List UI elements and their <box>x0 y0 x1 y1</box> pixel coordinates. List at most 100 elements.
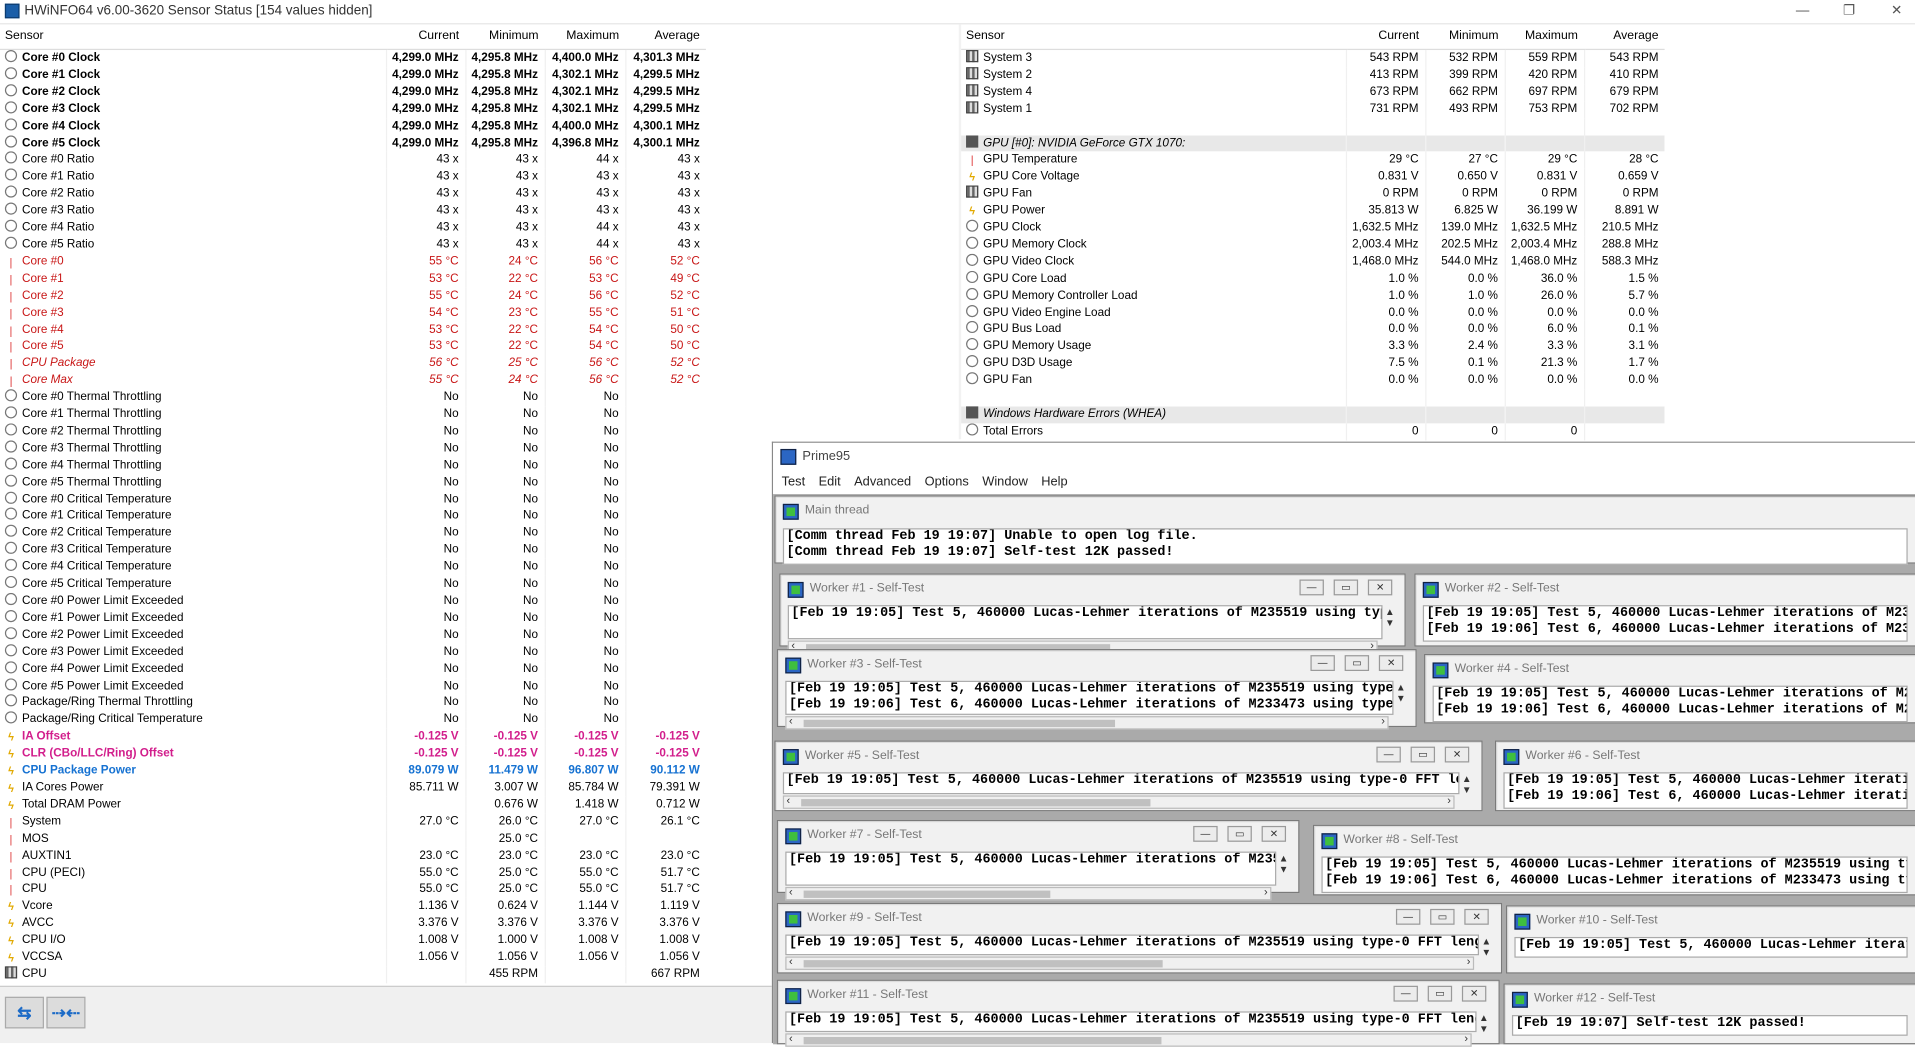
sensor-row[interactable]: Core #1 Power Limit Exceeded No No No <box>0 609 706 627</box>
sensor-row[interactable]: Core #1 Thermal Throttling No No No <box>0 406 706 424</box>
minimize-button[interactable]: — <box>1793 2 1813 19</box>
scroll-thumb[interactable] <box>803 890 1051 898</box>
sensor-row[interactable]: Package/Ring Critical Temperature No No No <box>0 711 706 729</box>
sensor-row[interactable]: Core #4 Clock 4,299.0 MHz 4,295.8 MHz 4,400… <box>0 117 706 135</box>
column-header-minimum[interactable]: Minimum <box>1425 24 1505 51</box>
child-title-bar[interactable]: Worker #8 - Self-Test <box>1314 826 1915 853</box>
column-header-maximum[interactable]: Maximum <box>1504 24 1585 51</box>
sensor-row[interactable]: Core #0 Clock 4,299.0 MHz 4,295.8 MHz 4,400… <box>0 49 706 67</box>
sensor-row[interactable]: Core #3 Critical Temperature No No No <box>0 542 706 559</box>
scroll-right-icon[interactable]: › <box>1447 794 1451 806</box>
sensor-row[interactable]: GPU Core Load 1.0 % 0.0 % 36.0 % 1.5 % <box>961 270 1665 288</box>
scroll-thumb[interactable] <box>803 719 1116 728</box>
sensor-row[interactable]: Core #3 Thermal Throttling No No No <box>0 440 706 458</box>
child-title-bar[interactable]: Worker #4 - Self-Test <box>1425 655 1915 682</box>
sensor-row[interactable]: GPU Fan 0 RPM 0 RPM 0 RPM 0 RPM <box>961 185 1665 203</box>
column-header-current[interactable]: Current <box>1345 24 1426 51</box>
close-button[interactable]: ✕ <box>1887 2 1907 19</box>
minimize-button[interactable]: — <box>1193 825 1218 842</box>
worker-window[interactable]: Worker #12 - Self-Test [Feb 19 19:07] Sel… <box>1503 983 1915 1045</box>
scroll-thumb[interactable] <box>801 799 1151 807</box>
sensor-row[interactable]: GPU Memory Controller Load 1.0 % 1.0 % 26.0… <box>961 287 1665 305</box>
sensor-row[interactable]: CPU 455 RPM 667 RPM <box>0 966 706 984</box>
worker-window[interactable]: Worker #3 - Self-Test — ▭ ✕ [Feb 19 19:05] T… <box>776 649 1417 730</box>
log-output[interactable]: [Feb 19 19:05] Test 5, 460000 Lucas-Lehm… <box>1503 772 1908 809</box>
horizontal-scrollbar[interactable]: ‹ › <box>785 1032 1472 1047</box>
sensor-row[interactable]: System 2 413 RPM 399 RPM 420 RPM 410 RPM <box>961 66 1665 84</box>
worker-window[interactable]: Worker #10 - Self-Test [Feb 19 19:05] Tes… <box>1505 905 1915 974</box>
log-output[interactable]: [Feb 19 19:05] Test 5, 460000 Lucas-Lehm… <box>785 851 1277 886</box>
hwinfo-title-bar[interactable]: HWiNFO64 v6.00-3620 Sensor Status [154 v… <box>0 0 1915 25</box>
worker-window[interactable]: Worker #9 - Self-Test — ▭ ✕ [Feb 19 19:05] T… <box>776 902 1503 974</box>
sensor-row[interactable]: GPU Video Clock 1,468.0 MHz 544.0 MHz 1,468… <box>961 253 1665 271</box>
column-header-average[interactable]: Average <box>625 24 706 51</box>
scroll-left-icon[interactable]: ‹ <box>789 1032 793 1044</box>
sensor-row[interactable]: Core #3 Clock 4,299.0 MHz 4,295.8 MHz 4,302… <box>0 100 706 118</box>
sensor-row[interactable]: Core #2 Thermal Throttling No No No <box>0 423 706 441</box>
sensor-row[interactable]: ϟ IA Cores Power 85.711 W 3.007 W 85.784 W 79… <box>0 779 706 797</box>
sensor-row[interactable]: ϟ Total DRAM Power 0.676 W 1.418 W 0.712 W <box>0 796 706 814</box>
vertical-scrollbar[interactable]: ▲ ▼ <box>1480 936 1492 958</box>
column-header-maximum[interactable]: Maximum <box>544 24 626 51</box>
log-output[interactable]: [Feb 19 19:05] Test 5, 460000 Lucas-Lehm… <box>785 1011 1477 1033</box>
maximize-button[interactable]: ▭ <box>1410 746 1436 763</box>
scroll-left-icon[interactable]: ‹ <box>789 886 793 898</box>
vertical-scrollbar[interactable]: ▲ ▼ <box>1478 1013 1490 1035</box>
horizontal-scrollbar[interactable]: ‹ › <box>785 955 1475 970</box>
minimize-button[interactable]: — <box>1395 908 1421 925</box>
sensor-row[interactable]: GPU D3D Usage 7.5 % 0.1 % 21.3 % 1.7 % <box>961 355 1665 373</box>
menu-options[interactable]: Options <box>925 470 969 494</box>
sensor-row[interactable]: Core #2 Clock 4,299.0 MHz 4,295.8 MHz 4,302… <box>0 83 706 101</box>
sensor-row[interactable]: GPU Memory Clock 2,003.4 MHz 202.5 MHz 2,00… <box>961 236 1665 254</box>
sensor-row[interactable]: ϟ CLR (CBo/LLC/Ring) Offset -0.125 V -0.125… <box>0 745 706 763</box>
sensor-row[interactable]: ϟ IA Offset -0.125 V -0.125 V -0.125 V -0.125… <box>0 728 706 746</box>
minimize-button[interactable]: — <box>1376 746 1401 763</box>
scroll-right-icon[interactable]: › <box>1264 886 1268 898</box>
sensor-row[interactable]: Core #5 Clock 4,299.0 MHz 4,295.8 MHz 4,396… <box>0 134 706 152</box>
minimize-button[interactable]: — <box>1299 579 1324 596</box>
sensor-row[interactable]: Total Errors 0 0 0 <box>961 423 1665 441</box>
close-button[interactable]: ✕ <box>1444 746 1470 763</box>
worker-window[interactable]: Worker #8 - Self-Test [Feb 19 19:05] Test… <box>1312 824 1915 896</box>
sensor-row[interactable]: Core #4 Ratio 43 x 43 x 44 x 43 x <box>0 219 706 237</box>
sensor-row[interactable]: GPU Bus Load 0.0 % 0.0 % 6.0 % 0.1 % <box>961 321 1665 339</box>
sensor-row[interactable]: Core #3 Ratio 43 x 43 x 43 x 43 x <box>0 202 706 220</box>
sensor-row[interactable]: ϟ CPU I/O 1.008 V 1.000 V 1.008 V 1.008 V <box>0 932 706 950</box>
minimize-button[interactable]: — <box>1393 985 1418 1002</box>
menu-window[interactable]: Window <box>982 470 1028 494</box>
sensor-row[interactable]: Core #2 Power Limit Exceeded No No No <box>0 626 706 644</box>
maximize-button[interactable]: ▭ <box>1227 825 1252 842</box>
sensor-row[interactable]: Core #2 Critical Temperature No No No <box>0 525 706 543</box>
sensor-row[interactable] <box>961 117 1665 135</box>
worker-window[interactable]: Worker #6 - Self-Test [Feb 19 19:05] Test… <box>1494 740 1915 812</box>
child-title-bar[interactable]: Worker #5 - Self-Test — ▭ ✕ <box>776 742 1482 769</box>
log-output[interactable]: [Comm thread Feb 19 19:07] Unable to ope… <box>782 528 1908 565</box>
sensor-row[interactable]: Core #0 Thermal Throttling No No No <box>0 389 706 407</box>
child-title-bar[interactable]: Worker #1 - Self-Test — ▭ ✕ <box>780 575 1404 602</box>
column-header-sensor[interactable]: Sensor <box>0 24 386 51</box>
sensor-row[interactable]: System 1 731 RPM 493 RPM 753 RPM 702 RPM <box>961 100 1665 118</box>
close-button[interactable]: ✕ <box>1367 579 1393 596</box>
menu-help[interactable]: Help <box>1041 470 1067 494</box>
sensor-row[interactable]: Core #4 Thermal Throttling No No No <box>0 457 706 475</box>
minimize-button[interactable]: — <box>1310 655 1335 671</box>
close-button[interactable]: ✕ <box>1378 655 1404 671</box>
child-title-bar[interactable]: Worker #12 - Self-Test <box>1505 985 1915 1012</box>
log-output[interactable]: [Feb 19 19:05] Test 5, 460000 Lucas-Lehm… <box>782 772 1460 795</box>
sensor-row[interactable] <box>961 389 1665 407</box>
maximize-button[interactable]: ▭ <box>1333 579 1359 596</box>
worker-window[interactable]: Worker #4 - Self-Test [Feb 19 19:05] Test… <box>1424 653 1915 724</box>
nav-arrows-right-button[interactable]: ⇢⇠ <box>46 996 86 1029</box>
log-output[interactable]: [Feb 19 19:05] Test 5, 460000 Lucas-Lehm… <box>1321 856 1908 894</box>
worker-window[interactable]: Worker #1 - Self-Test — ▭ ✕ [Feb 19 19:05] T… <box>779 573 1406 654</box>
horizontal-scrollbar[interactable]: ‹ › <box>785 886 1272 901</box>
scroll-left-icon[interactable]: ‹ <box>789 715 793 727</box>
child-title-bar[interactable]: Worker #10 - Self-Test <box>1507 906 1915 933</box>
sensor-row[interactable]: | Core #0 55 °C 24 °C 56 °C 52 °C <box>0 253 706 271</box>
worker-window[interactable]: Worker #7 - Self-Test — ▭ ✕ [Feb 19 19:05] T… <box>776 819 1300 901</box>
log-output[interactable]: [Feb 19 19:05] Test 5, 460000 Lucas-Lehm… <box>1422 605 1908 642</box>
sensor-row[interactable]: Core #5 Critical Temperature No No No <box>0 575 706 593</box>
menu-test[interactable]: Test <box>782 470 806 494</box>
child-title-bar[interactable]: Worker #3 - Self-Test — ▭ ✕ <box>778 650 1416 677</box>
horizontal-scrollbar[interactable]: ‹ › <box>782 794 1455 809</box>
